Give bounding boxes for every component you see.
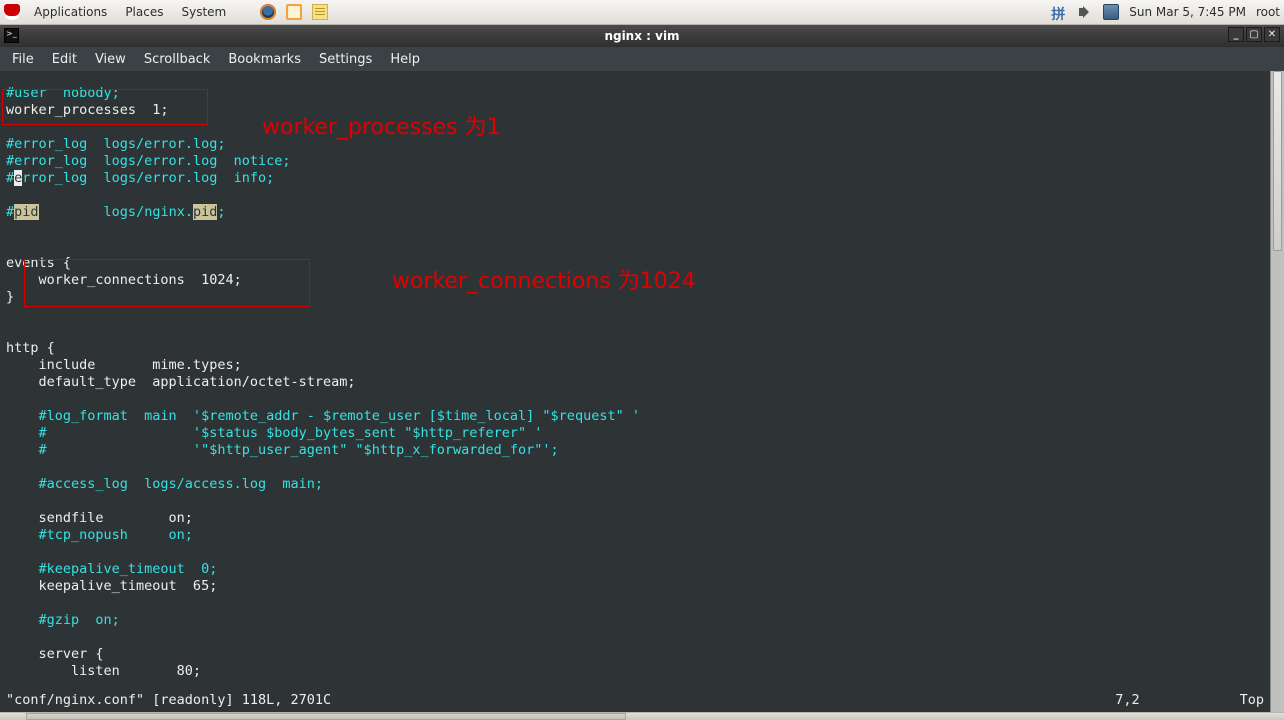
code-line: # '"$http_user_agent" "$http_x_forwarded… (6, 442, 559, 458)
code-line: keepalive_timeout 65; (6, 578, 217, 594)
search-highlight: pid (14, 204, 38, 220)
status-scroll: Top (1240, 692, 1264, 708)
maximize-button[interactable]: ▢ (1246, 27, 1262, 42)
status-position: 7,2 (1115, 692, 1139, 708)
distro-icon[interactable] (4, 4, 20, 20)
code-line: listen 80; (6, 663, 201, 679)
code-line: #keepalive_timeout 0; (6, 561, 217, 577)
network-icon[interactable] (1103, 4, 1119, 20)
scrollbar-thumb[interactable] (1273, 71, 1282, 251)
menu-places[interactable]: Places (121, 3, 167, 21)
user-menu[interactable]: root (1256, 5, 1280, 19)
ime-indicator-icon[interactable]: 拼 (1051, 4, 1067, 20)
code-line: #gzip on; (6, 612, 120, 628)
vim-status-bar: "conf/nginx.conf" [readonly] 118L, 2701C… (6, 692, 1264, 708)
code-line: #user nobody; (6, 85, 120, 101)
code-line: events { (6, 255, 71, 271)
menu-view[interactable]: View (95, 52, 126, 67)
terminal-body[interactable]: #user nobody; worker_processes 1; #error… (0, 71, 1284, 712)
code-line: } (6, 289, 14, 305)
file-manager-launcher-icon[interactable] (286, 4, 302, 20)
code-line: worker_processes 1; (6, 102, 169, 118)
code-line: default_type application/octet-stream; (6, 374, 356, 390)
firefox-launcher-icon[interactable] (260, 4, 276, 20)
window-buttons: _ ▢ ✕ (1228, 27, 1280, 42)
taskbar-entry[interactable] (26, 713, 626, 720)
menu-help[interactable]: Help (390, 52, 420, 67)
menu-scrollback[interactable]: Scrollback (144, 52, 211, 67)
code-line: #log_format main '$remote_addr - $remote… (6, 408, 640, 424)
window-titlebar[interactable]: nginx : vim _ ▢ ✕ (0, 25, 1284, 47)
status-filename: "conf/nginx.conf" [readonly] 118L, 2701C (6, 692, 331, 708)
terminal-menubar: File Edit View Scrollback Bookmarks Sett… (0, 47, 1284, 71)
code-line: # (6, 204, 14, 220)
gnome-bottom-panel (0, 712, 1284, 720)
menu-system[interactable]: System (177, 3, 230, 21)
panel-left: Applications Places System (4, 3, 328, 21)
menu-settings[interactable]: Settings (319, 52, 372, 67)
vim-editor-content[interactable]: #user nobody; worker_processes 1; #error… (0, 85, 1269, 712)
code-line: worker_connections 1024; (6, 272, 242, 288)
menu-edit[interactable]: Edit (52, 52, 77, 67)
clock[interactable]: Sun Mar 5, 7:45 PM (1129, 5, 1246, 19)
menu-applications[interactable]: Applications (30, 3, 111, 21)
code-line: # '$status $body_bytes_sent "$http_refer… (6, 425, 542, 441)
code-line: include mime.types; (6, 357, 242, 373)
search-highlight: pid (193, 204, 217, 220)
code-line: server { (6, 646, 104, 662)
scrollbar[interactable] (1270, 71, 1284, 712)
terminal-icon (4, 28, 19, 43)
code-line: logs/nginx. (39, 204, 193, 220)
code-line: sendfile on; (6, 510, 193, 526)
window-title: nginx : vim (604, 29, 679, 43)
code-line: #access_log logs/access.log main; (6, 476, 323, 492)
notes-launcher-icon[interactable] (312, 4, 328, 20)
menu-bookmarks[interactable]: Bookmarks (228, 52, 301, 67)
volume-icon[interactable] (1077, 4, 1093, 20)
minimize-button[interactable]: _ (1228, 27, 1244, 42)
panel-right: 拼 Sun Mar 5, 7:45 PM root (1051, 4, 1280, 20)
code-line: #error_log logs/error.log; (6, 136, 225, 152)
code-line: http { (6, 340, 55, 356)
code-line: # (6, 170, 14, 186)
code-line: #error_log logs/error.log notice; (6, 153, 290, 169)
code-line: #tcp_nopush on; (6, 527, 193, 543)
menu-file[interactable]: File (12, 52, 34, 67)
gnome-top-panel: Applications Places System 拼 Sun Mar 5, … (0, 0, 1284, 25)
code-line: ; (217, 204, 225, 220)
terminal-window: nginx : vim _ ▢ ✕ File Edit View Scrollb… (0, 25, 1284, 712)
code-line: rror_log logs/error.log info; (22, 170, 274, 186)
close-button[interactable]: ✕ (1264, 27, 1280, 42)
